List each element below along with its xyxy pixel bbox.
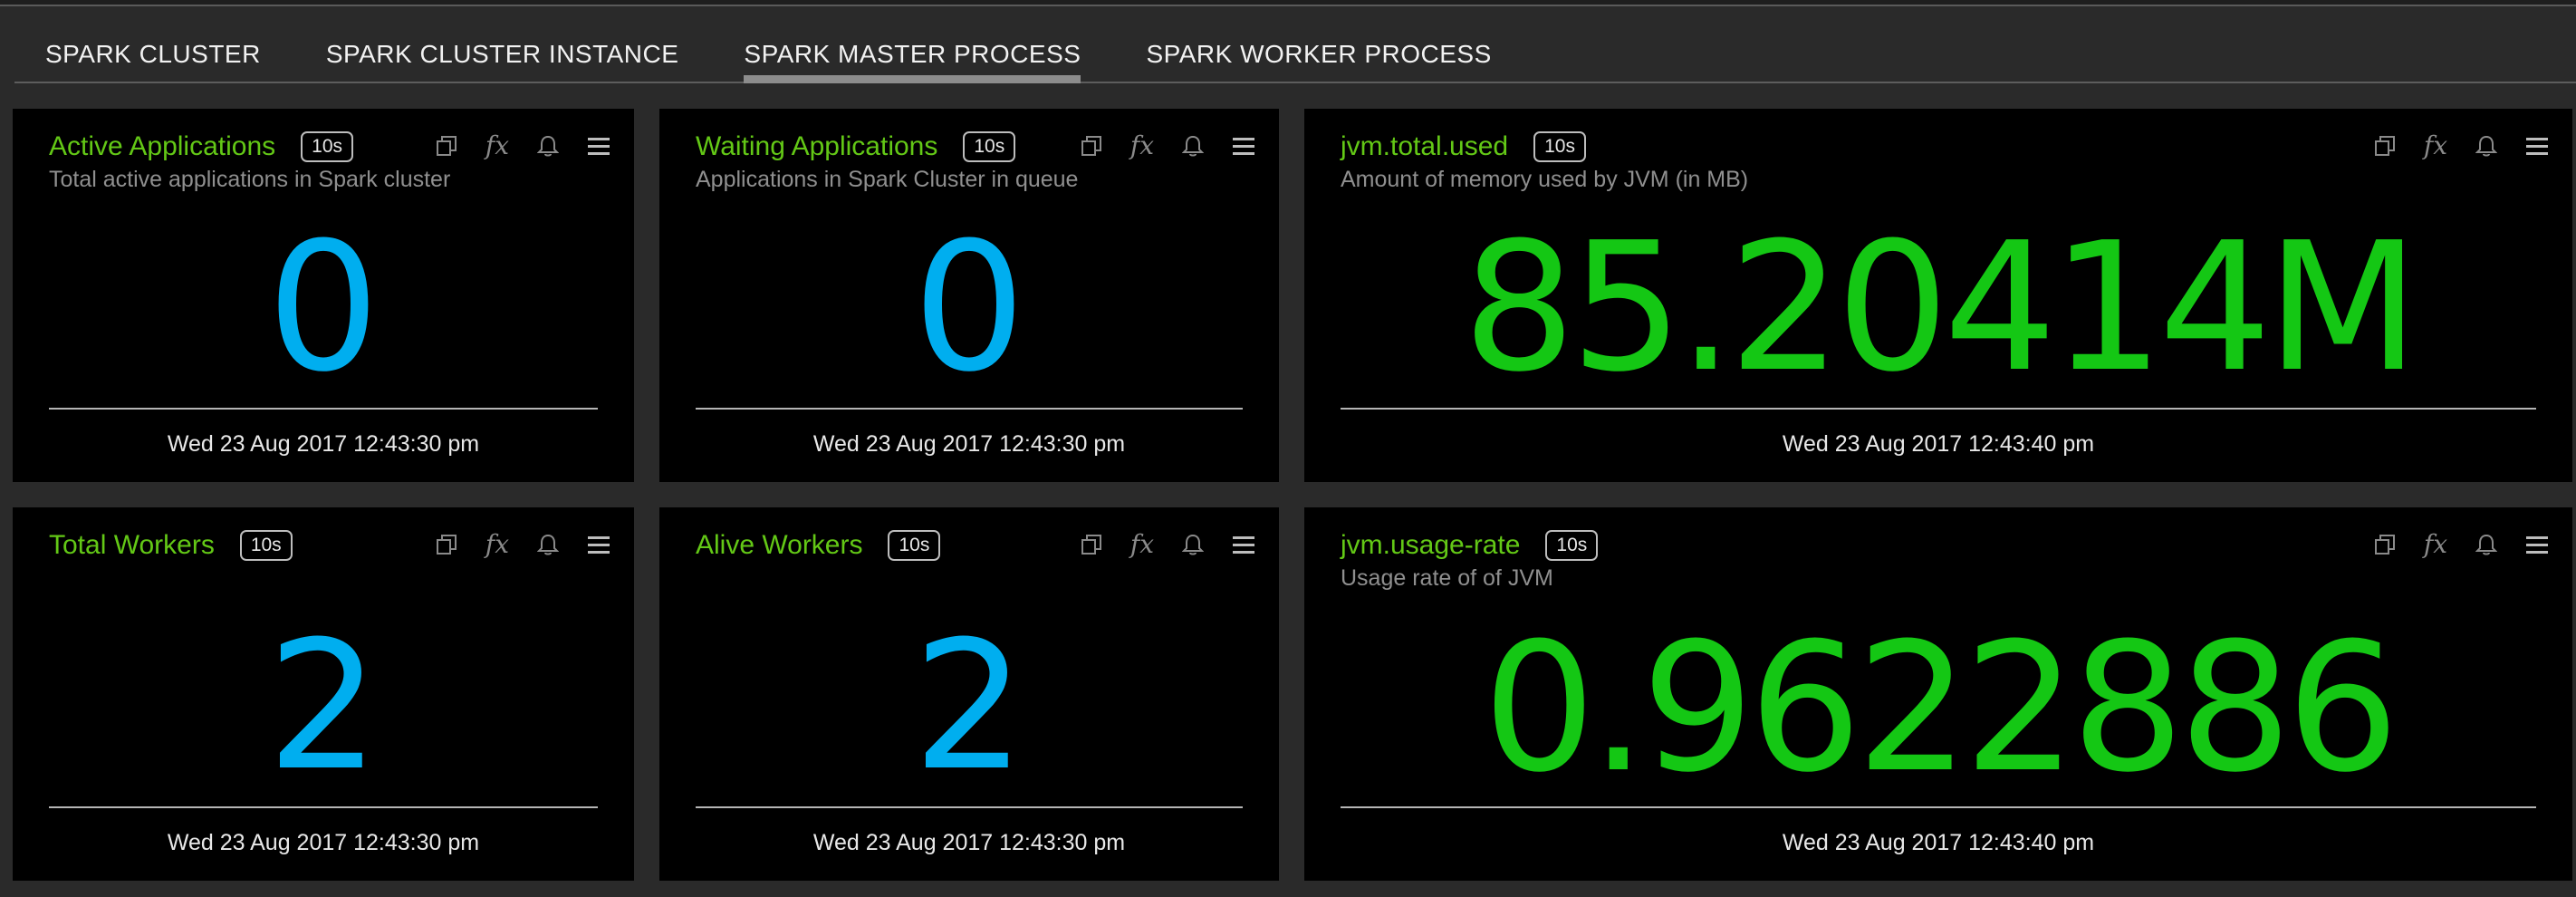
timestamp: Wed 23 Aug 2017 12:43:30 pm xyxy=(167,830,480,855)
panel-subtitle: Usage rate of of JVM xyxy=(1341,565,1553,591)
panel-header: Alive Workers 10s xyxy=(696,526,941,565)
fx-icon[interactable]: fx xyxy=(2420,130,2451,161)
metric-value: 2 xyxy=(912,603,1026,810)
panel-title: Total Workers xyxy=(49,530,215,560)
panel-toolbar: fx xyxy=(2369,529,2552,560)
panel-header: jvm.usage-rate 10s xyxy=(1341,526,1599,565)
panel-toolbar: fx xyxy=(1076,130,1259,161)
divider xyxy=(49,408,598,410)
timestamp: Wed 23 Aug 2017 12:43:30 pm xyxy=(812,431,1126,457)
tab-bar: SPARK CLUSTER SPARK CLUSTER INSTANCE SPA… xyxy=(14,33,2576,83)
menu-icon[interactable] xyxy=(583,130,614,161)
interval-badge[interactable]: 10s xyxy=(963,131,1016,162)
menu-icon[interactable] xyxy=(1228,130,1259,161)
panel-toolbar: fx xyxy=(431,529,614,560)
panel-subtitle: Amount of memory used by JVM (in MB) xyxy=(1341,167,1749,192)
metric-value: 0.9622886 xyxy=(1483,605,2399,812)
metric-value: 0 xyxy=(912,205,1026,411)
fx-icon[interactable]: fx xyxy=(1127,130,1158,161)
interval-badge[interactable]: 10s xyxy=(239,530,293,561)
interval-badge[interactable]: 10s xyxy=(888,530,941,561)
panel-subtitle: Total active applications in Spark clust… xyxy=(49,167,451,192)
panel-title: Alive Workers xyxy=(696,530,863,560)
top-border xyxy=(0,0,2576,6)
divider xyxy=(696,408,1243,410)
metric-value: 2 xyxy=(266,603,380,810)
panel-subtitle: Applications in Spark Cluster in queue xyxy=(696,167,1079,192)
panel-waiting-applications: Waiting Applications 10s Applications in… xyxy=(659,109,1279,482)
panel-title: Active Applications xyxy=(49,131,276,161)
menu-icon[interactable] xyxy=(1228,529,1259,560)
divider xyxy=(1341,806,2536,808)
panel-total-workers: Total Workers 10s fx 2 Wed 23 Aug 2017 1… xyxy=(13,507,634,881)
fx-icon[interactable]: fx xyxy=(2420,529,2451,560)
copy-icon[interactable] xyxy=(2369,130,2400,161)
bell-icon[interactable] xyxy=(533,130,563,161)
bell-icon[interactable] xyxy=(2471,529,2502,560)
copy-icon[interactable] xyxy=(431,130,462,161)
panel-alive-workers: Alive Workers 10s fx 2 Wed 23 Aug 2017 1… xyxy=(659,507,1279,881)
interval-badge[interactable]: 10s xyxy=(301,131,353,162)
divider xyxy=(1341,408,2536,410)
panel-active-applications: Active Applications 10s Total active app… xyxy=(13,109,634,482)
menu-icon[interactable] xyxy=(2522,130,2552,161)
metric-value: 85.20414M xyxy=(1462,205,2419,411)
panel-jvm-total-used: jvm.total.used 10s Amount of memory used… xyxy=(1304,109,2572,482)
panel-toolbar: fx xyxy=(1076,529,1259,560)
interval-badge[interactable]: 10s xyxy=(1545,530,1599,561)
metric-value: 0 xyxy=(266,205,380,411)
panel-title: Waiting Applications xyxy=(696,131,938,161)
bell-icon[interactable] xyxy=(2471,130,2502,161)
bell-icon[interactable] xyxy=(1177,130,1208,161)
divider xyxy=(49,806,598,808)
timestamp: Wed 23 Aug 2017 12:43:30 pm xyxy=(167,431,480,457)
timestamp: Wed 23 Aug 2017 12:43:40 pm xyxy=(1782,830,2095,855)
panel-jvm-usage-rate: jvm.usage-rate 10s Usage rate of of JVM … xyxy=(1304,507,2572,881)
dashboard-grid: Active Applications 10s Total active app… xyxy=(13,109,2572,890)
panel-header: Active Applications 10s xyxy=(49,127,353,167)
menu-icon[interactable] xyxy=(583,529,614,560)
panel-toolbar: fx xyxy=(431,130,614,161)
copy-icon[interactable] xyxy=(1076,529,1107,560)
panel-header: Total Workers 10s xyxy=(49,526,293,565)
bell-icon[interactable] xyxy=(1177,529,1208,560)
tab-spark-cluster-instance[interactable]: SPARK CLUSTER INSTANCE xyxy=(293,33,712,82)
panel-header: jvm.total.used 10s xyxy=(1341,127,1586,167)
copy-icon[interactable] xyxy=(2369,529,2400,560)
fx-icon[interactable]: fx xyxy=(482,130,513,161)
timestamp: Wed 23 Aug 2017 12:43:30 pm xyxy=(812,830,1126,855)
tab-spark-master-process[interactable]: SPARK MASTER PROCESS xyxy=(711,33,1113,83)
fx-icon[interactable]: fx xyxy=(1127,529,1158,560)
tab-spark-worker-process[interactable]: SPARK WORKER PROCESS xyxy=(1113,33,1523,82)
divider xyxy=(696,806,1243,808)
interval-badge[interactable]: 10s xyxy=(1533,131,1586,162)
timestamp: Wed 23 Aug 2017 12:43:40 pm xyxy=(1782,431,2095,457)
panel-title: jvm.total.used xyxy=(1341,131,1509,161)
menu-icon[interactable] xyxy=(2522,529,2552,560)
panel-toolbar: fx xyxy=(2369,130,2552,161)
fx-icon[interactable]: fx xyxy=(482,529,513,560)
panel-header: Waiting Applications 10s xyxy=(696,127,1016,167)
tab-spark-cluster[interactable]: SPARK CLUSTER xyxy=(14,33,293,82)
copy-icon[interactable] xyxy=(431,529,462,560)
copy-icon[interactable] xyxy=(1076,130,1107,161)
bell-icon[interactable] xyxy=(533,529,563,560)
panel-title: jvm.usage-rate xyxy=(1341,530,1521,560)
